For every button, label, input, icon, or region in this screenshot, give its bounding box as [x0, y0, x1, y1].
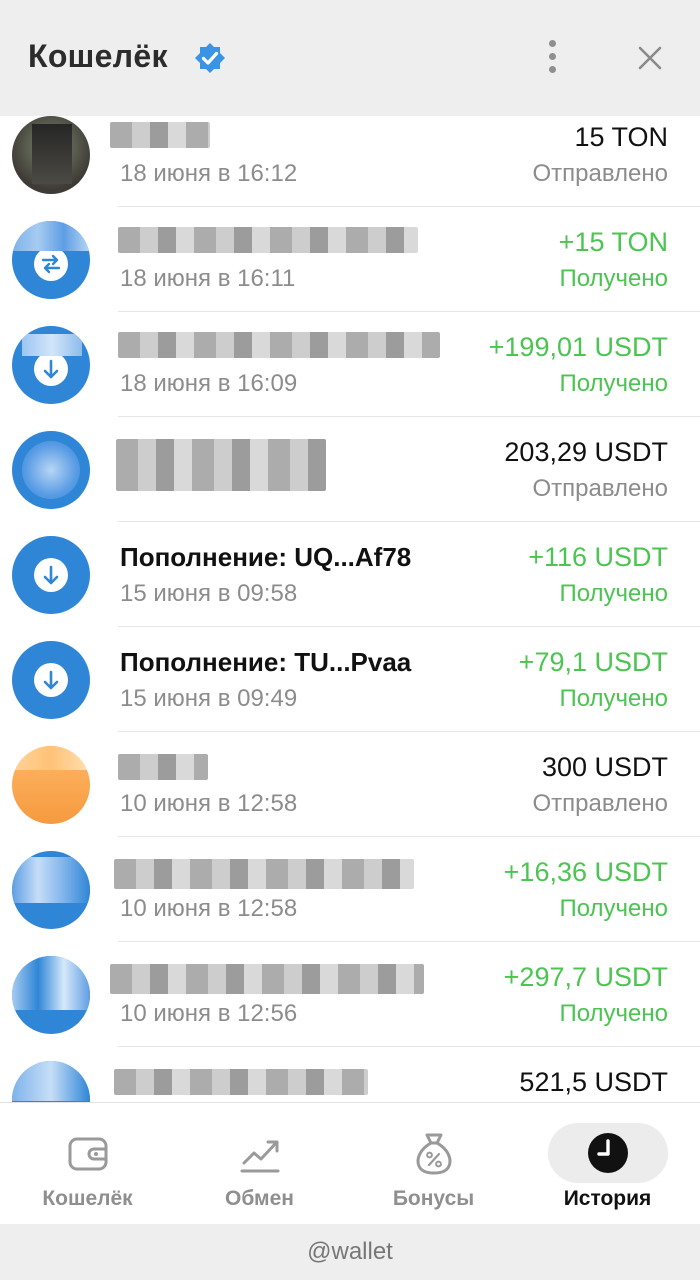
transaction-title: Пополнение: UQ...Af78	[120, 542, 412, 572]
hidden-name	[110, 964, 424, 994]
wallet-icon	[68, 1137, 107, 1171]
chart-trend-icon	[240, 1140, 279, 1173]
top-bar: Кошелёк	[0, 0, 700, 116]
verified-badge-icon	[195, 43, 225, 73]
transaction-row[interactable]: 10 июня в 12:58 300 USDT Отправлено	[0, 732, 700, 837]
hidden-name	[110, 122, 210, 148]
more-menu-icon[interactable]	[536, 36, 568, 76]
money-bag-percent-icon	[416, 1133, 451, 1175]
tab-label: Обмен	[225, 1187, 294, 1210]
transaction-amount: 203,29 USDT	[504, 437, 668, 467]
transaction-row[interactable]: Пополнение: UQ...Af78 15 июня в 09:58 +1…	[0, 522, 700, 627]
transaction-date: 18 июня в 16:09	[120, 370, 298, 397]
transaction-row[interactable]: 203,29 USDT Отправлено	[0, 417, 700, 522]
transaction-date: 10 июня в 12:58	[120, 790, 298, 817]
transaction-amount: +16,36 USDT	[503, 857, 668, 887]
transaction-amount: 300 USDT	[541, 752, 668, 782]
transaction-date: 15 июня в 09:58	[120, 580, 298, 607]
transaction-amount: 15 TON	[574, 122, 668, 152]
swap-avatar	[12, 851, 90, 929]
arrow-down-icon	[34, 558, 68, 592]
transaction-title: Пополнение: TU...Pvaa	[120, 647, 412, 677]
transaction-status: Отправлено	[532, 790, 668, 817]
transaction-status: Отправлено	[532, 475, 668, 502]
app-title: Кошелёк	[28, 38, 168, 74]
transaction-row[interactable]: 10 июня в 12:56 +297,7 USDT Получено	[0, 942, 700, 1047]
transaction-amount: +199,01 USDT	[488, 332, 668, 362]
transaction-amount: +116 USDT	[528, 542, 668, 572]
swap-avatar	[12, 221, 90, 299]
transaction-date: 18 июня в 16:12	[120, 160, 298, 187]
hidden-name	[118, 332, 440, 358]
contact-avatar	[12, 746, 90, 824]
transaction-row[interactable]: 10 июня в 12:58 +16,36 USDT Получено	[0, 837, 700, 942]
hidden-name	[118, 227, 418, 253]
arrow-down-icon	[34, 663, 68, 697]
transaction-status: Получено	[559, 1000, 668, 1027]
transaction-row[interactable]: 18 июня в 16:09 +199,01 USDT Получено	[0, 312, 700, 417]
hidden-name	[118, 754, 208, 780]
tab-label: Бонусы	[392, 1187, 475, 1210]
transaction-status: Получено	[559, 265, 668, 292]
transaction-status: Получено	[559, 370, 668, 397]
transaction-list[interactable]: 18 июня в 16:12 15 TON Отправлено 18 июн…	[0, 116, 700, 1102]
deposit-avatar	[12, 536, 90, 614]
tab-label: История	[563, 1187, 652, 1210]
tab-history[interactable]: История	[520, 1103, 695, 1225]
tab-bonuses[interactable]: Бонусы	[346, 1103, 521, 1225]
transaction-date: 10 июня в 12:56	[120, 1000, 298, 1027]
bottom-tab-bar: Кошелёк Обмен Бонусы История	[0, 1102, 700, 1224]
transaction-amount: 521,5 USDT	[519, 1067, 668, 1097]
transaction-amount: +297,7 USDT	[503, 962, 668, 992]
transaction-row[interactable]: 521,5 USDT	[0, 1047, 700, 1102]
deposit-avatar	[12, 641, 90, 719]
hidden-name	[114, 1069, 368, 1095]
transaction-amount: +15 TON	[558, 227, 668, 257]
transaction-status: Отправлено	[532, 160, 668, 187]
transaction-date: 18 июня в 16:11	[120, 265, 296, 292]
transaction-status: Получено	[559, 685, 668, 712]
transaction-date: 10 июня в 12:58	[120, 895, 298, 922]
transaction-row[interactable]: 18 июня в 16:12 15 TON Отправлено	[0, 116, 700, 207]
transaction-status: Получено	[559, 580, 668, 607]
hidden-name	[114, 859, 414, 889]
close-icon[interactable]	[632, 40, 668, 76]
tab-label: Кошелёк	[42, 1187, 133, 1210]
deposit-avatar	[12, 326, 90, 404]
tab-exchange[interactable]: Обмен	[172, 1103, 347, 1225]
contact-avatar	[12, 431, 90, 509]
transaction-status: Получено	[559, 895, 668, 922]
transaction-row[interactable]: 18 июня в 16:11 +15 TON Получено	[0, 207, 700, 312]
transaction-amount: +79,1 USDT	[518, 647, 668, 677]
contact-avatar	[12, 1061, 90, 1102]
deposit-avatar	[12, 956, 90, 1034]
clock-icon	[587, 1133, 628, 1173]
tab-wallet[interactable]: Кошелёк	[0, 1103, 175, 1225]
transaction-date: 15 июня в 09:49	[120, 685, 298, 712]
transaction-row[interactable]: Пополнение: TU...Pvaa 15 июня в 09:49 +7…	[0, 627, 700, 732]
hidden-name	[116, 439, 326, 491]
bot-handle: @wallet	[0, 1224, 700, 1280]
contact-avatar	[12, 116, 90, 194]
